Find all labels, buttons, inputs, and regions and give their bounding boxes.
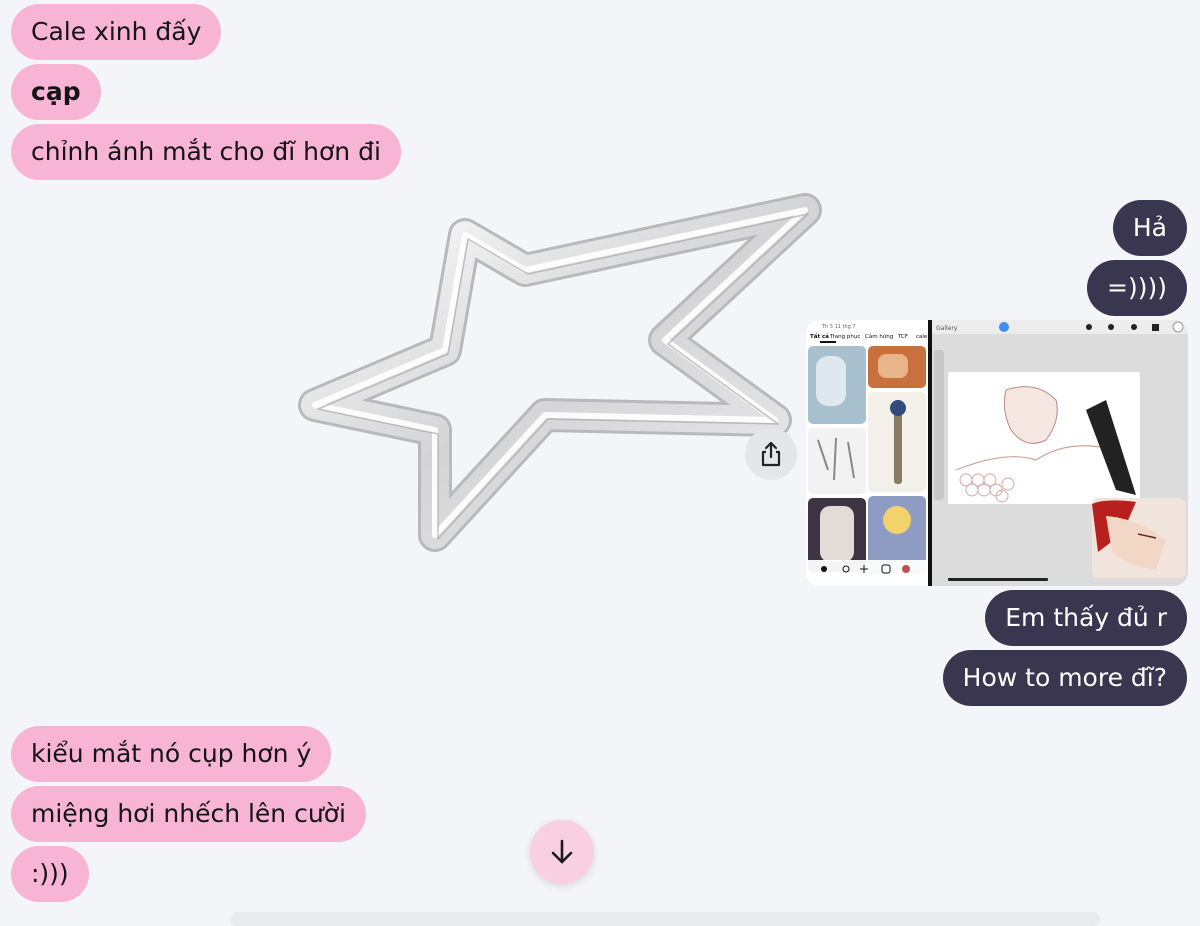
message-bubble-outgoing[interactable]: Em thấy đủ r (985, 590, 1187, 646)
scroll-to-bottom-button[interactable] (530, 820, 594, 884)
message-bubble-incoming[interactable]: chỉnh ánh mắt cho đĩ hơn đi (11, 124, 401, 180)
share-icon (761, 441, 781, 467)
message-bubble-incoming[interactable]: Cale xinh đấy (11, 4, 222, 60)
screenshot-tab: Tất cả (810, 333, 829, 340)
shared-screenshot-image[interactable]: Th 5 11 thg 7 Tất cả Trang phục Cảm hứng… (806, 320, 1188, 586)
message-composer[interactable] (230, 912, 1100, 926)
arrow-down-icon (551, 839, 573, 864)
message-bubble-incoming[interactable]: miệng hơi nhếch lên cười (11, 786, 366, 842)
screenshot-tab: cale (916, 334, 928, 340)
screenshot-gallery-label: Gallery (936, 325, 958, 332)
screenshot-status-text: Th 5 11 thg 7 (821, 324, 856, 330)
screenshot-tab: TCF (897, 334, 908, 340)
screenshot-content: Th 5 11 thg 7 Tất cả Trang phục Cảm hứng… (806, 320, 1188, 586)
message-bubble-incoming[interactable]: :))) (11, 846, 89, 902)
message-bubble-incoming[interactable]: kiểu mắt nó cụp hơn ý (11, 726, 332, 782)
message-bubble-outgoing[interactable]: Hả (1112, 200, 1187, 256)
message-bubble-incoming[interactable]: cạp (11, 64, 101, 120)
message-bubble-outgoing[interactable]: =)))) (1087, 260, 1187, 316)
star-sticker[interactable] (295, 190, 825, 560)
message-bubble-outgoing[interactable]: How to more đĩ? (942, 650, 1187, 706)
screenshot-tab: Cảm hứng (865, 333, 893, 340)
screenshot-tab: Trang phục (829, 334, 860, 340)
share-button[interactable] (745, 428, 797, 480)
